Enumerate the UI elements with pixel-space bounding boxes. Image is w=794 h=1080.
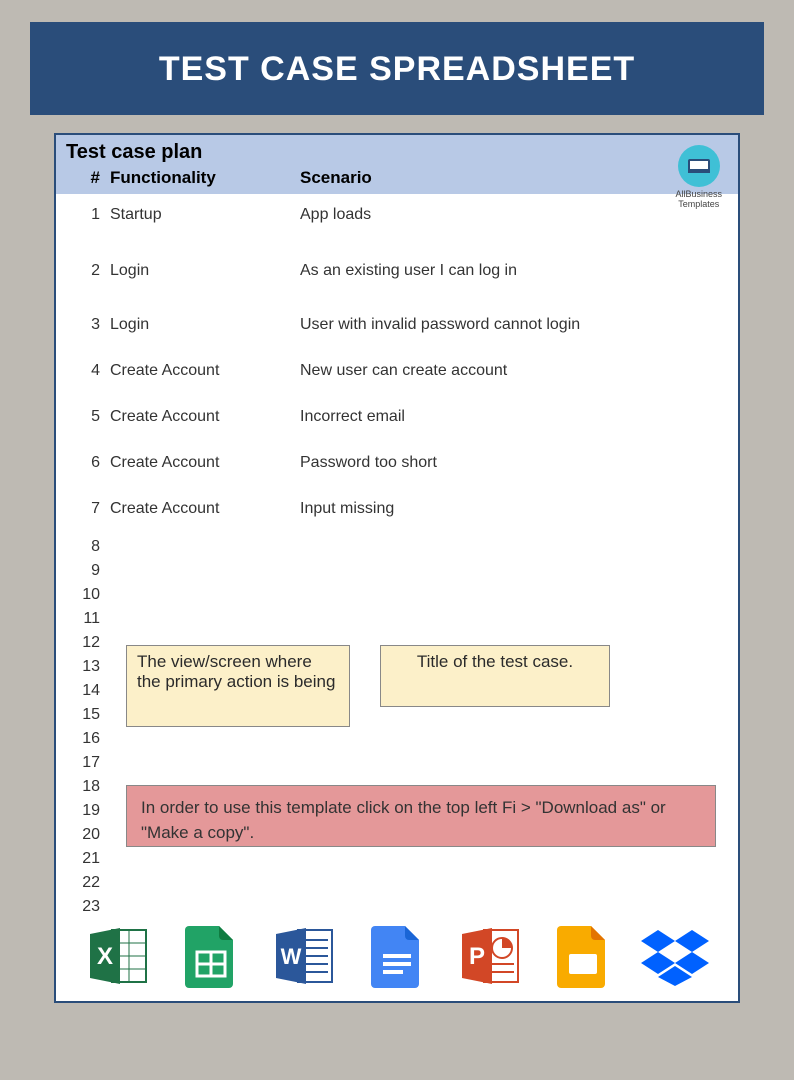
spreadsheet-panel: AllBusiness Templates Test case plan # F… (54, 133, 740, 1003)
laptop-icon (678, 145, 720, 187)
cell-num: 19 (66, 802, 110, 820)
svg-text:X: X (97, 943, 113, 970)
cell-num: 17 (66, 754, 110, 772)
cell-num: 16 (66, 730, 110, 748)
callout-text: The view/screen where the primary action… (137, 652, 335, 691)
callout-text: Title of the test case. (417, 652, 573, 671)
cell-num: 11 (66, 610, 110, 628)
table-row: 1 Startup App loads (66, 194, 728, 250)
cell-num: 6 (66, 454, 110, 472)
table-row: 16 (66, 728, 728, 752)
column-header-row: # Functionality Scenario (56, 166, 738, 194)
cell-scenario: User with invalid password cannot login (300, 316, 728, 334)
export-apps-row: X W P (56, 921, 738, 991)
cell-functionality: Create Account (110, 500, 300, 518)
powerpoint-icon[interactable]: P (455, 921, 525, 991)
cell-functionality: Create Account (110, 362, 300, 380)
table-row: 17 (66, 752, 728, 776)
cell-functionality: Create Account (110, 454, 300, 472)
table-row: 8 (66, 536, 728, 560)
page-title-bar: TEST CASE SPREADSHEET (30, 22, 764, 115)
page-title: TEST CASE SPREADSHEET (159, 50, 635, 88)
table-row: 4 Create Account New user can create acc… (66, 352, 728, 398)
table-row: 6 Create Account Password too short (66, 444, 728, 490)
cell-scenario: App loads (300, 206, 728, 224)
col-header-scenario: Scenario (300, 168, 728, 188)
callout-text: In order to use this template click on t… (141, 798, 666, 842)
cell-num: 1 (66, 206, 110, 224)
table-row: 9 (66, 560, 728, 584)
word-icon[interactable]: W (269, 921, 339, 991)
cell-num: 4 (66, 362, 110, 380)
table-row: 11 (66, 608, 728, 632)
table-row: 2 Login As an existing user I can log in (66, 250, 728, 306)
cell-num: 13 (66, 658, 110, 676)
table-row: 23 (66, 896, 728, 920)
table-row: 21 (66, 848, 728, 872)
cell-scenario: Incorrect email (300, 408, 728, 426)
table-row: 7 Create Account Input missing (66, 490, 728, 536)
cell-num: 3 (66, 316, 110, 334)
cell-num: 15 (66, 706, 110, 724)
cell-functionality: Startup (110, 206, 300, 224)
cell-num: 8 (66, 538, 110, 556)
cell-num: 22 (66, 874, 110, 892)
cell-num: 9 (66, 562, 110, 580)
sheet-title-row: Test case plan (56, 135, 738, 166)
cell-functionality: Login (110, 316, 300, 334)
cell-scenario: Password too short (300, 454, 728, 472)
cell-scenario: New user can create account (300, 362, 728, 380)
table-row: 5 Create Account Incorrect email (66, 398, 728, 444)
dropbox-icon[interactable] (640, 921, 710, 991)
cell-num: 23 (66, 898, 110, 916)
callout-functionality: The view/screen where the primary action… (126, 645, 350, 727)
cell-num: 14 (66, 682, 110, 700)
google-slides-icon[interactable] (548, 921, 618, 991)
cell-num: 5 (66, 408, 110, 426)
cell-scenario: As an existing user I can log in (300, 262, 728, 280)
cell-num: 20 (66, 826, 110, 844)
table-row: 10 (66, 584, 728, 608)
cell-num: 7 (66, 500, 110, 518)
callout-instructions: In order to use this template click on t… (126, 785, 716, 847)
table-row: 3 Login User with invalid password canno… (66, 306, 728, 352)
col-header-functionality: Functionality (110, 168, 300, 188)
callout-scenario: Title of the test case. (380, 645, 610, 707)
svg-text:W: W (281, 944, 302, 969)
cell-num: 2 (66, 262, 110, 280)
sheet-title: Test case plan (66, 141, 202, 164)
cell-num: 12 (66, 634, 110, 652)
google-sheets-icon[interactable] (176, 921, 246, 991)
cell-functionality: Login (110, 262, 300, 280)
brand-label: AllBusiness Templates (675, 189, 722, 209)
col-header-num: # (66, 168, 110, 188)
cell-functionality: Create Account (110, 408, 300, 426)
cell-num: 18 (66, 778, 110, 796)
excel-icon[interactable]: X (83, 921, 153, 991)
cell-num: 21 (66, 850, 110, 868)
brand-logo: AllBusiness Templates (675, 145, 722, 209)
google-docs-icon[interactable] (362, 921, 432, 991)
cell-scenario: Input missing (300, 500, 728, 518)
cell-num: 10 (66, 586, 110, 604)
table-row: 22 (66, 872, 728, 896)
svg-text:P: P (469, 943, 485, 970)
